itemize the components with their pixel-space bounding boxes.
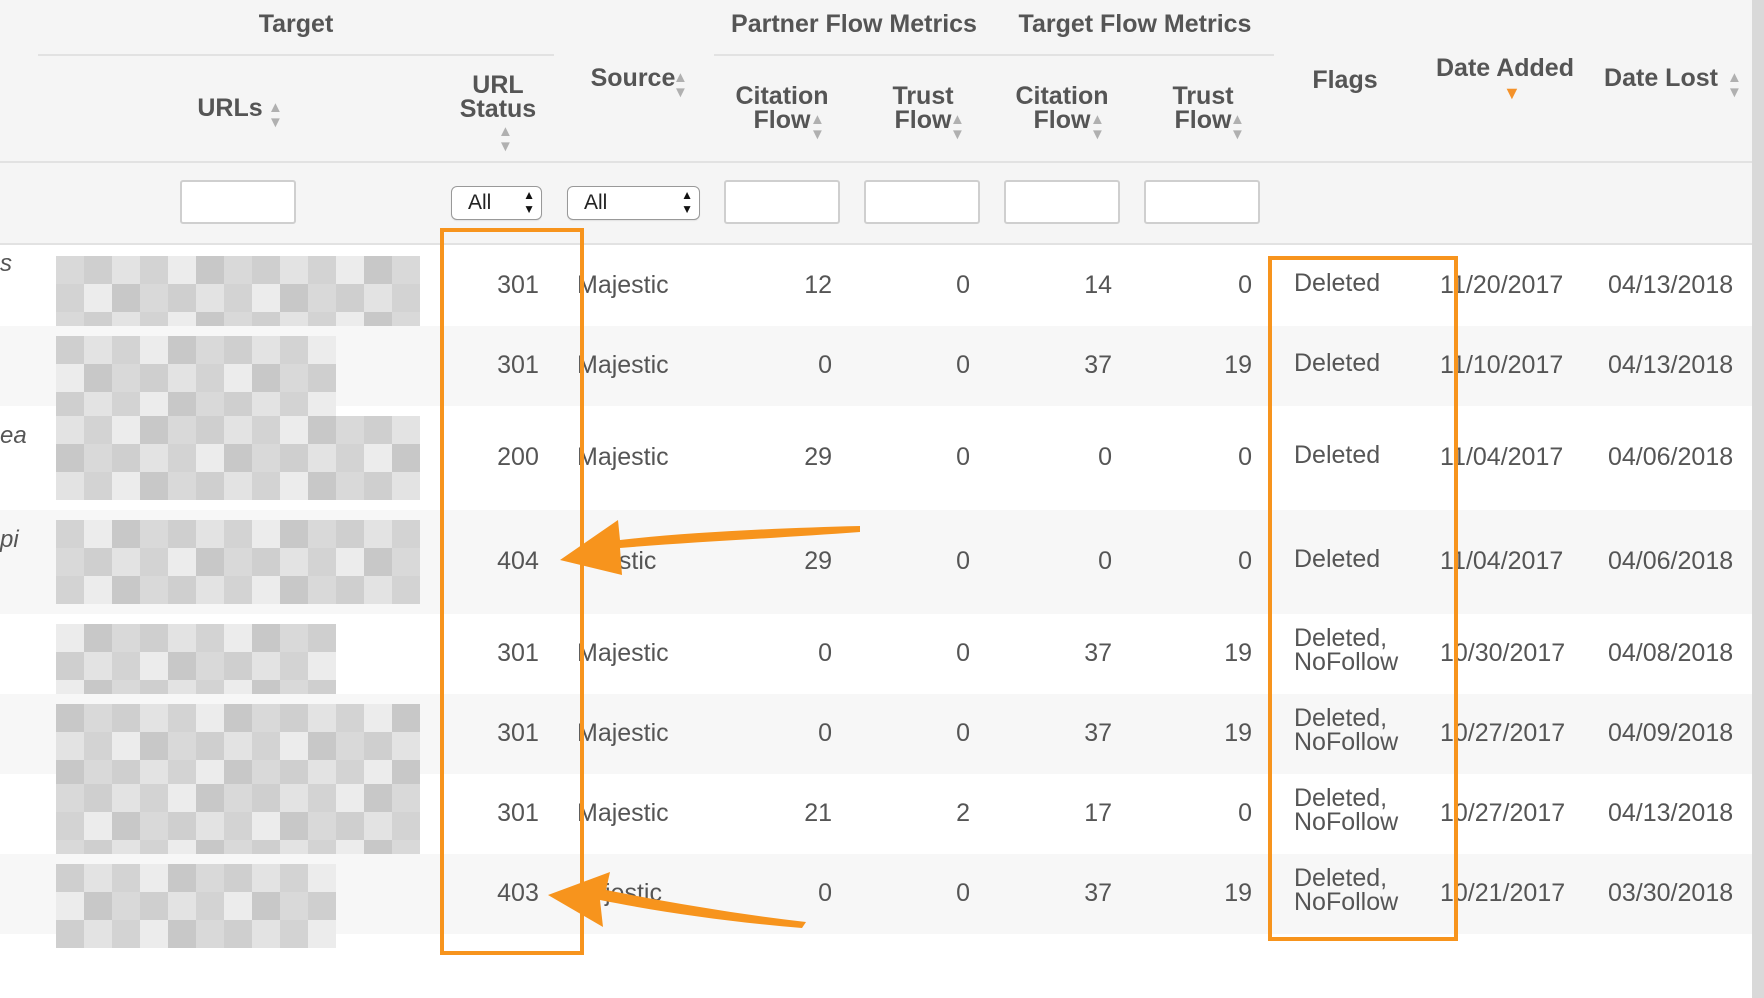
arrow-to-404 (560, 520, 860, 575)
annotation-arrows (548, 520, 860, 928)
backlinks-table-screenshot: Target Partner Flow Metrics Target Flow … (0, 0, 1764, 998)
arrow-to-403 (548, 872, 806, 928)
